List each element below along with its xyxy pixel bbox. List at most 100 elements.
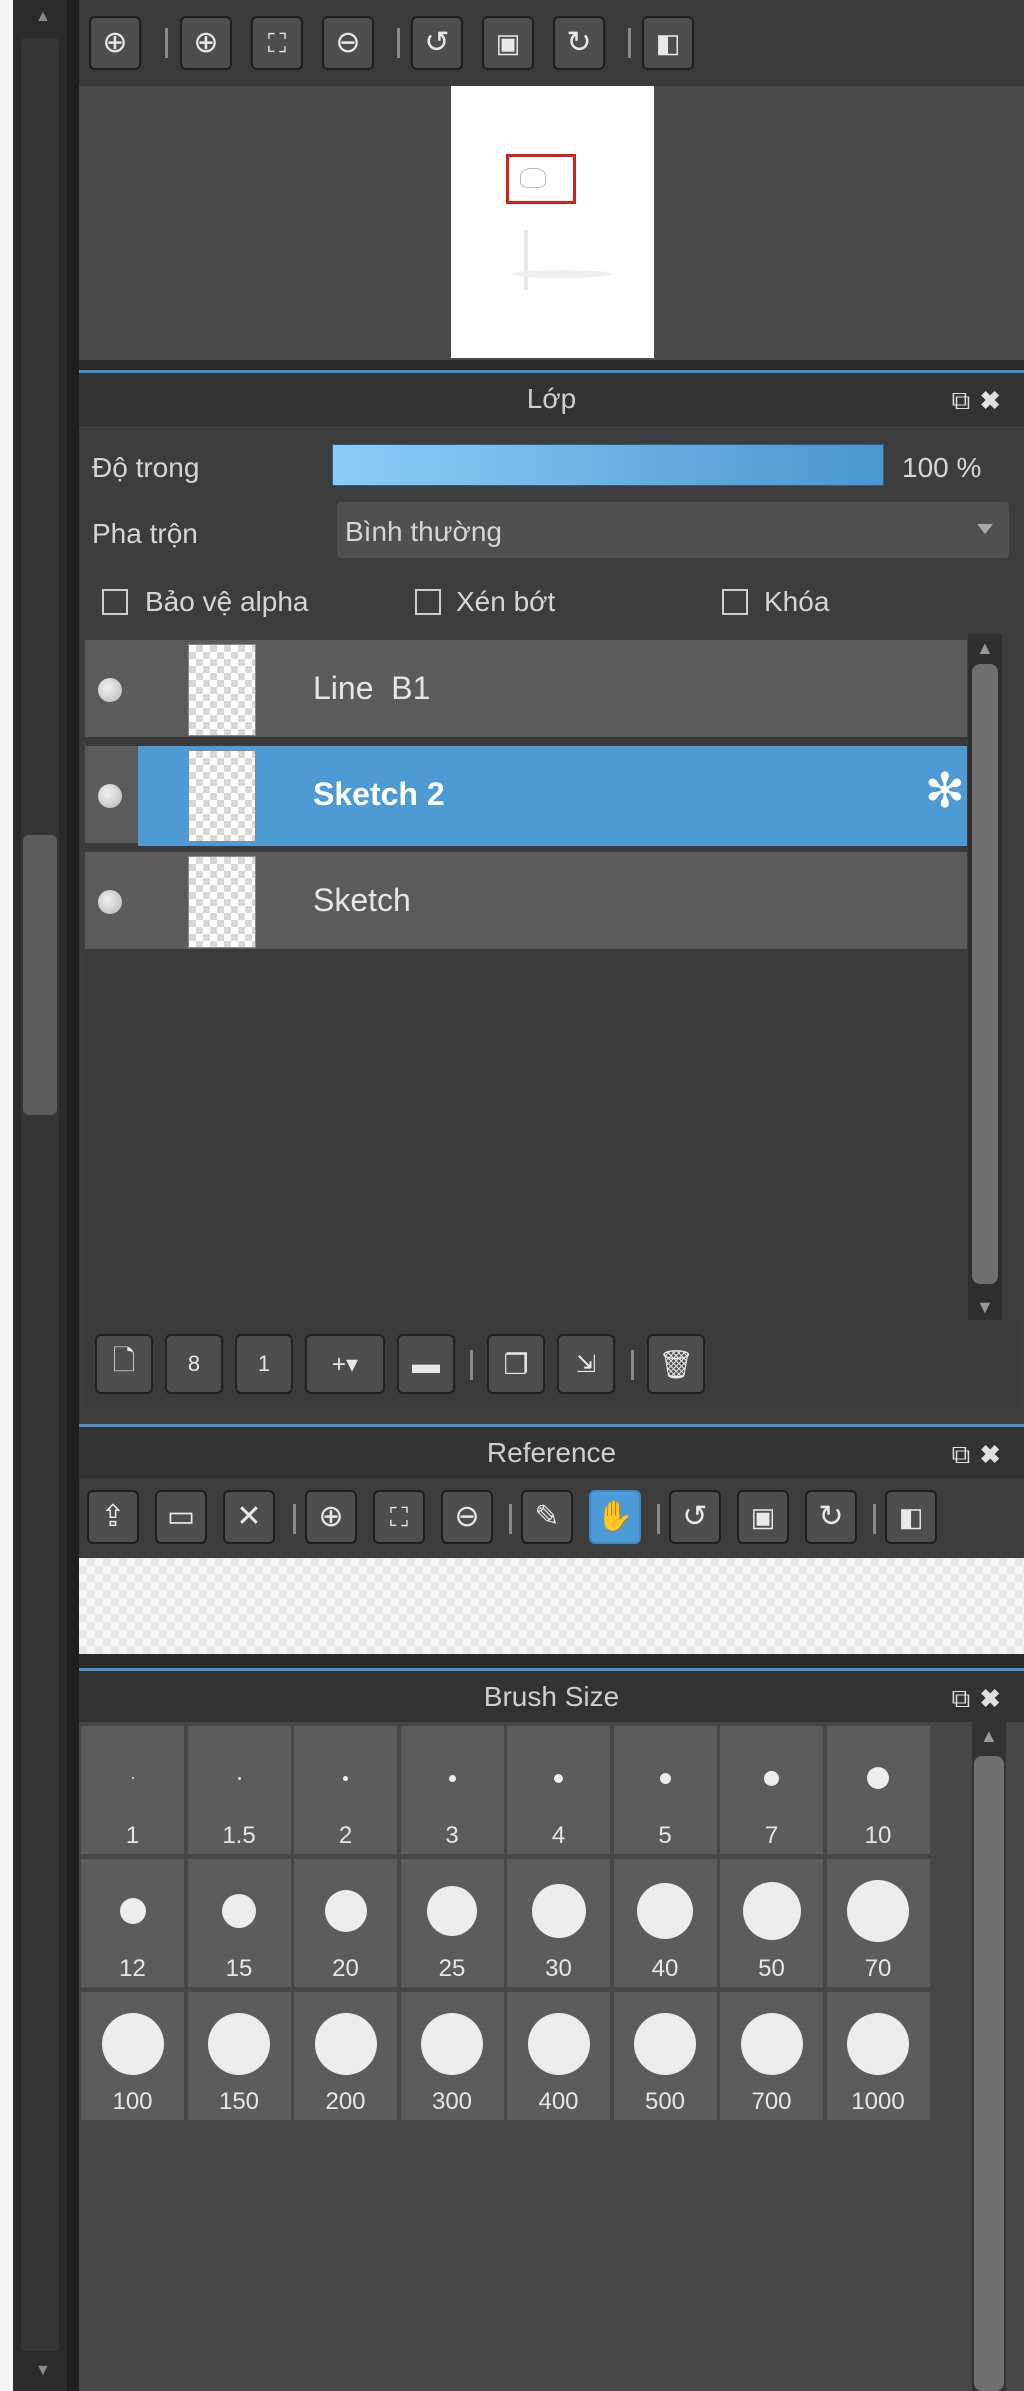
scroll-up-arrow-icon[interactable]: ▲ [980,1726,998,1747]
brush-size-2[interactable]: 2 [294,1726,397,1854]
zoom-in-icon[interactable]: ⊕ [180,16,232,70]
new-layer-icon[interactable]: 🗋 [95,1334,153,1394]
navigator-viewport-marker[interactable] [506,154,576,204]
new-folder-icon[interactable]: ▬ [397,1334,455,1394]
brush-size-label: 300 [431,2088,473,2115]
scroll-up-arrow-icon[interactable]: ▲ [35,8,51,26]
scroll-up-arrow-icon[interactable]: ▲ [976,638,994,659]
brush-size-3[interactable]: 3 [400,1726,504,1854]
close-icon[interactable]: ✖ [980,385,1010,415]
merge-down-icon[interactable]: ⇲ [557,1334,615,1394]
popout-icon[interactable]: ⧉ [952,385,981,415]
reset-view-icon[interactable]: ▣ [737,1490,789,1544]
rotate-right-icon[interactable]: ↻ [805,1490,857,1544]
eyedropper-icon[interactable]: ✎ [521,1490,573,1544]
fit-screen-icon[interactable]: ⛶ [251,16,303,70]
brush-size-25[interactable]: 25 [400,1859,504,1987]
brush-size-100[interactable]: 100 [81,1992,184,2120]
layer-list-scrollbar[interactable]: ▲ ▼ [968,634,1002,1320]
scroll-down-arrow-icon[interactable]: ▼ [976,1297,994,1318]
brush-size-5[interactable]: 5 [613,1726,717,1854]
brush-size-1-5[interactable]: 1.5 [187,1726,291,1854]
popout-icon[interactable]: ⧉ [952,1439,981,1469]
brush-size-7[interactable]: 7 [720,1726,823,1854]
scroll-thumb[interactable] [972,664,998,1284]
brush-size-400[interactable]: 400 [507,1992,610,2120]
opacity-slider[interactable] [332,444,884,486]
brush-size-700[interactable]: 700 [720,1992,823,2120]
rotate-right-icon[interactable]: ↻ [553,16,605,70]
brush-size-300[interactable]: 300 [400,1992,504,2120]
brush-size-150[interactable]: 150 [187,1992,291,2120]
brush-panel-scrollbar[interactable]: ▲ [972,1722,1006,2391]
rotate-left-icon[interactable]: ↺ [411,16,463,70]
brush-size-40[interactable]: 40 [613,1859,717,1987]
duplicate-layer-icon[interactable]: ❐ [487,1334,545,1394]
delete-layer-icon[interactable]: 🗑 [647,1334,705,1394]
panel-controls: ⧉✖ [952,385,1010,417]
zoom-in-icon[interactable]: ⊕ [305,1490,357,1544]
scroll-down-arrow-icon[interactable]: ▼ [35,2362,51,2380]
lock-checkbox[interactable] [722,589,748,615]
scroll-thumb[interactable] [23,835,57,1115]
fit-screen-icon[interactable]: ⛶ [373,1490,425,1544]
rotate-left-icon[interactable]: ↺ [669,1490,721,1544]
brush-preview-dot [101,2013,164,2075]
gear-icon[interactable]: ✻ [925,768,965,816]
visibility-toggle-icon[interactable] [98,784,122,808]
brush-size-label: 20 [332,1955,359,1982]
scroll-track[interactable] [21,38,59,2351]
canvas-vertical-scrollbar[interactable]: ▲ ▼ [13,0,67,2391]
blend-label: Pha trộn [92,518,198,549]
open-folder-icon[interactable]: ▭ [155,1490,207,1544]
layer-row-sketch-2[interactable]: Sketch 2 ✻ [85,746,967,846]
scroll-thumb[interactable] [974,1756,1004,2391]
brush-size-4[interactable]: 4 [507,1726,610,1854]
hand-icon[interactable]: ✋ [589,1490,641,1544]
brush-size-1[interactable]: 1 [81,1726,184,1854]
navigator-page-preview[interactable] [451,86,654,358]
brush-preview-dot [314,2013,377,2075]
brush-size-70[interactable]: 70 [826,1859,930,1987]
flip-icon[interactable]: ◧ [885,1490,937,1544]
brush-size-1000[interactable]: 1000 [826,1992,930,2120]
zoom-out-icon[interactable]: ⊖ [322,16,374,70]
reset-view-icon[interactable]: ▣ [482,16,534,70]
toolbar-separator [628,28,631,58]
brush-size-30[interactable]: 30 [507,1859,610,1987]
close-icon[interactable]: ✕ [223,1490,275,1544]
navigator-toolbar: ⊕ ⊕ ⛶ ⊖ ↺ ▣ ↻ ◧ [79,0,1024,86]
visibility-toggle-icon[interactable] [98,890,122,914]
blend-mode-select[interactable]: Bình thường [337,502,1009,558]
add-layer-menu-icon[interactable]: +▾ [305,1334,385,1394]
brush-preview-dot [448,1774,456,1782]
layer-row-sketch[interactable]: Sketch [85,852,967,952]
new-8bit-layer-icon[interactable]: 8 [165,1334,223,1394]
reference-image-view[interactable] [79,1558,1024,1654]
brush-size-label: 12 [119,1955,146,1982]
layer-panel-header: Lớp ⧉✖ [79,370,1024,425]
zoom-fit-icon[interactable]: ⊕ [89,16,141,70]
brush-size-15[interactable]: 15 [187,1859,291,1987]
brush-size-12[interactable]: 12 [81,1859,184,1987]
protect-alpha-checkbox[interactable] [102,589,128,615]
brush-size-200[interactable]: 200 [294,1992,397,2120]
brush-size-20[interactable]: 20 [294,1859,397,1987]
popout-icon[interactable]: ⧉ [952,1683,981,1713]
brush-size-500[interactable]: 500 [613,1992,717,2120]
flip-icon[interactable]: ◧ [642,16,694,70]
toolbar-separator [293,1504,296,1534]
new-1bit-layer-icon[interactable]: 1 [235,1334,293,1394]
brush-size-10[interactable]: 10 [826,1726,930,1854]
close-icon[interactable]: ✖ [980,1439,1010,1469]
layer-row-line-b1[interactable]: Line B1 [85,640,967,740]
visibility-toggle-icon[interactable] [98,678,122,702]
panel-controls: ⧉✖ [952,1683,1010,1715]
clipping-checkbox[interactable] [415,589,441,615]
upload-icon[interactable]: ⇪ [87,1490,139,1544]
brush-preview-dot [222,1894,256,1928]
panel-divider[interactable] [67,0,79,2391]
brush-size-50[interactable]: 50 [720,1859,823,1987]
zoom-out-icon[interactable]: ⊖ [441,1490,493,1544]
close-icon[interactable]: ✖ [980,1683,1010,1713]
